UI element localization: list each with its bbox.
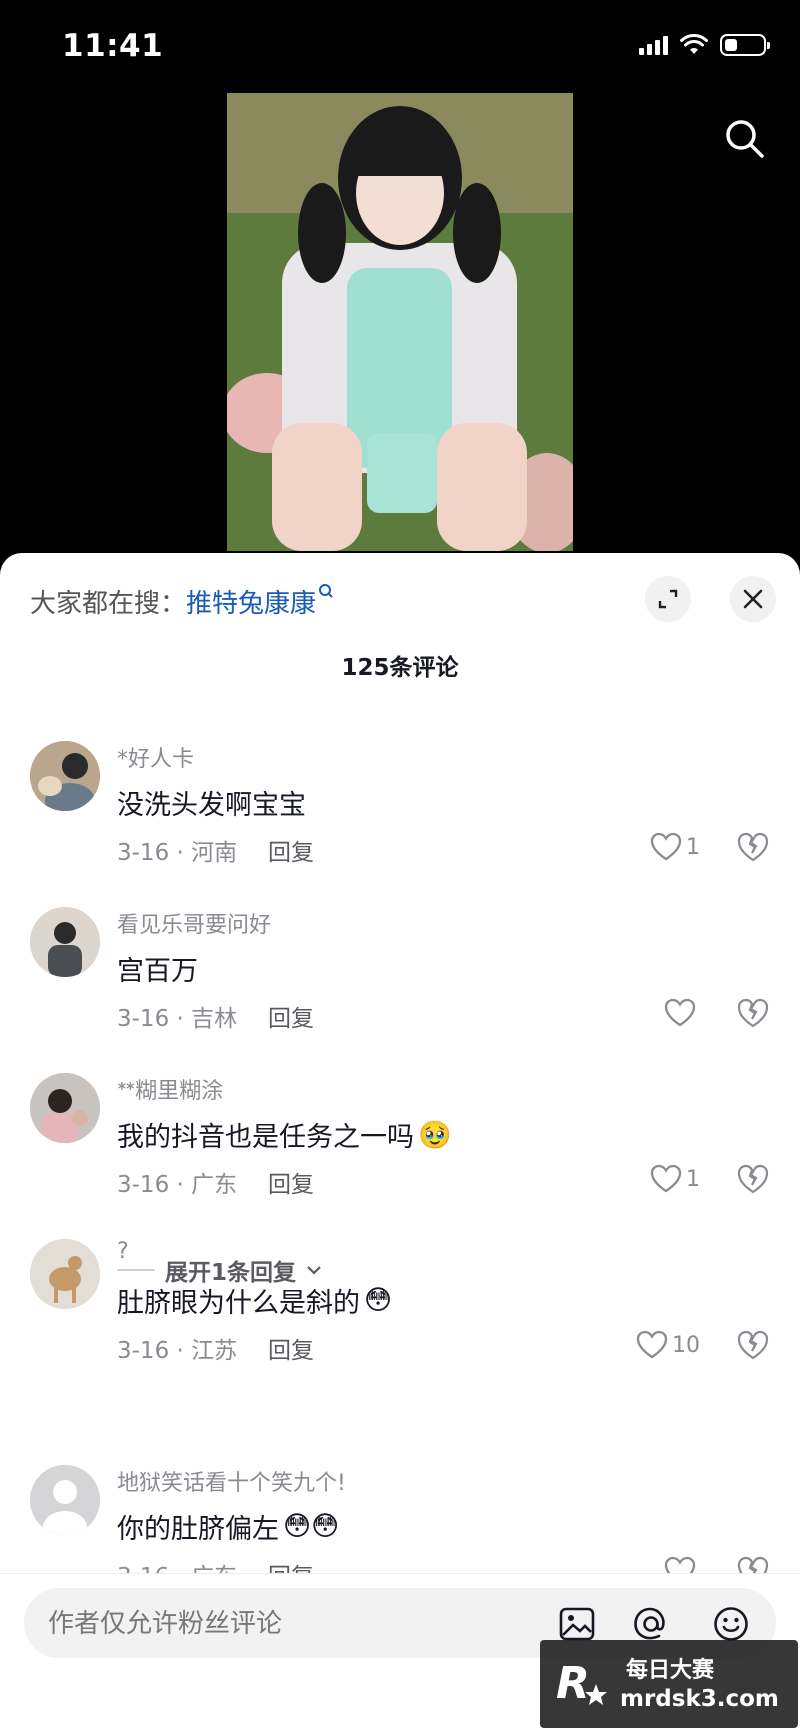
heart-icon	[650, 832, 682, 861]
status-bar: 11:41	[0, 0, 800, 96]
broken-heart-icon[interactable]	[735, 1553, 771, 1573]
comment-username[interactable]: ᕯ糊里糊涂	[117, 1073, 223, 1105]
comment-emoji: 😳😳	[283, 1511, 340, 1542]
reply-button[interactable]: 回复	[268, 999, 314, 1033]
avatar[interactable]	[30, 907, 100, 977]
close-icon	[743, 589, 763, 609]
comment-body: 你的肚脐偏左	[117, 1514, 279, 1545]
comment-body: 宫百万	[117, 956, 198, 987]
reply-button[interactable]: 回复	[268, 833, 314, 867]
watermark: R 每日大赛 mrdsk3.com	[540, 1640, 798, 1728]
small-search-icon	[319, 584, 333, 598]
expand-replies-label: 展开1条回复	[165, 1260, 297, 1286]
avatar[interactable]	[30, 741, 100, 811]
comment-meta: 3-16 · 江苏	[117, 1338, 238, 1364]
comment-item: *好人卡 没洗头发啊宝宝 3-16 · 河南 回复 1	[0, 741, 800, 891]
search-icon[interactable]	[722, 116, 766, 160]
status-time: 11:41	[62, 28, 164, 64]
avatar[interactable]	[30, 1465, 100, 1535]
comment-item: ᕯ糊里糊涂 我的抖音也是任务之一吗 🥹 3-16 · 广东 回复 1	[0, 1073, 800, 1223]
like-button[interactable]	[610, 1553, 700, 1573]
comment-emoji: 😳	[364, 1285, 393, 1316]
like-count: 1	[686, 834, 700, 860]
battery-icon	[720, 34, 770, 56]
comment-username[interactable]: 地狱笑话看十个笑九个!	[117, 1465, 346, 1497]
wifi-icon	[680, 34, 708, 54]
video-area[interactable]	[0, 93, 800, 556]
divider-line	[117, 1269, 155, 1271]
comment-body: 没洗头发啊宝宝	[117, 790, 306, 821]
broken-heart-icon[interactable]	[735, 829, 771, 865]
like-count: 10	[672, 1332, 700, 1358]
avatar[interactable]	[30, 1073, 100, 1143]
expand-replies-button[interactable]: 展开1条回复	[117, 1253, 322, 1287]
comment-count: 125条评论	[341, 655, 459, 681]
signal-icon	[639, 35, 668, 55]
heart-icon	[664, 998, 696, 1027]
comment-text: 宫百万	[117, 949, 202, 988]
trending-search[interactable]: 大家都在搜：推特兔康康	[30, 583, 334, 620]
broken-heart-icon[interactable]	[735, 1161, 771, 1197]
comment-item: 地狱笑话看十个笑九个! 你的肚脐偏左😳😳 3-16 · 广东 回复	[0, 1465, 800, 1573]
heart-icon	[664, 1556, 696, 1573]
heart-icon	[636, 1330, 668, 1359]
comment-text: 我的抖音也是任务之一吗 🥹	[117, 1115, 452, 1154]
like-button[interactable]: 1	[610, 1161, 700, 1197]
comment-emoji: 🥹	[418, 1119, 452, 1151]
watermark-logo-icon: R	[556, 1658, 607, 1709]
comment-meta: 3-16 · 吉林	[117, 1006, 238, 1032]
close-button[interactable]	[730, 576, 776, 622]
avatar[interactable]	[30, 1239, 100, 1309]
comment-body: 我的抖音也是任务之一吗	[117, 1122, 414, 1153]
reply-button[interactable]: 回复	[268, 1165, 314, 1199]
comment-text: 没洗头发啊宝宝	[117, 783, 310, 822]
comment-meta: 3-16 · 广东	[117, 1557, 237, 1573]
expand-button[interactable]	[645, 576, 691, 622]
like-button[interactable]: 1	[610, 829, 700, 865]
broken-heart-icon[interactable]	[735, 1327, 771, 1363]
status-icons	[639, 34, 770, 56]
trending-search-keyword[interactable]: 推特兔康康	[186, 589, 316, 619]
chevron-down-icon	[307, 1266, 321, 1275]
like-button[interactable]: 10	[610, 1327, 700, 1363]
comment-username[interactable]: *好人卡	[117, 741, 194, 773]
comment-username[interactable]: 看见乐哥要问好	[117, 907, 271, 939]
broken-heart-icon[interactable]	[735, 995, 771, 1031]
reply-button[interactable]: 回复	[268, 1331, 314, 1365]
comment-meta: 3-16 · 河南	[117, 840, 238, 866]
reply-button[interactable]: 回复	[268, 1557, 314, 1573]
video-thumbnail[interactable]	[227, 93, 573, 551]
comment-input[interactable]	[46, 1588, 550, 1660]
svg-text:R: R	[556, 1658, 590, 1709]
emoji-icon[interactable]	[712, 1605, 750, 1643]
watermark-title: 每日大赛	[626, 1658, 715, 1683]
like-button[interactable]	[610, 995, 700, 1031]
image-icon[interactable]	[558, 1605, 596, 1643]
trending-search-label: 大家都在搜：	[30, 589, 187, 619]
comment-item: 看见乐哥要问好 宫百万 3-16 · 吉林 回复	[0, 907, 800, 1057]
expand-icon	[658, 589, 678, 609]
comment-text: 你的肚脐偏左 😳😳	[117, 1507, 339, 1546]
comment-meta: 3-16 · 广东	[117, 1172, 238, 1198]
watermark-url: mrdsk3.com	[620, 1686, 779, 1712]
at-icon[interactable]	[632, 1605, 670, 1643]
heart-icon	[650, 1164, 682, 1193]
video-image	[227, 93, 573, 551]
like-count: 1	[686, 1166, 700, 1192]
